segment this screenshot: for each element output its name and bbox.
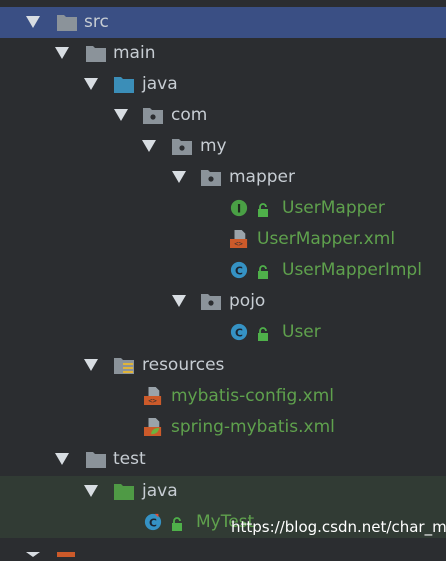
test-source-folder-icon <box>114 484 134 500</box>
expand-arrow-icon[interactable] <box>84 78 98 90</box>
tree-node-com[interactable]: com <box>0 100 446 131</box>
lock-icon <box>258 327 268 341</box>
project-root-row-partial[interactable] <box>0 0 200 14</box>
tree-node-user-mapper[interactable]: I UserMapper <box>0 193 446 224</box>
xml-file-icon: <> <box>144 387 162 405</box>
interface-icon: I <box>230 199 248 217</box>
expand-arrow-icon[interactable] <box>142 140 156 152</box>
expand-arrow-icon[interactable] <box>55 453 69 465</box>
tree-node-mybatis-config[interactable]: <> mybatis-config.xml <box>0 381 446 412</box>
tree-node-label: UserMapperImpl <box>282 260 422 280</box>
tree-node-my[interactable]: my <box>0 131 446 162</box>
tree-node-label: UserMapper <box>282 198 385 218</box>
expand-arrow-icon[interactable] <box>84 359 98 371</box>
package-icon <box>201 294 221 310</box>
tree-node-src[interactable]: src <box>0 7 446 38</box>
tree-node-label: User <box>282 322 321 342</box>
tree-node-label: mapper <box>229 167 296 187</box>
tree-node-label: com <box>171 105 208 125</box>
class-icon: C <box>230 323 248 341</box>
tree-node-label: my <box>200 136 227 156</box>
tree-node-label: main <box>113 43 156 63</box>
tree-node-label: UserMapper.xml <box>257 229 396 249</box>
project-tree: src main java com my mapper I UserMapper… <box>0 0 446 557</box>
tree-node-main[interactable]: main <box>0 38 446 69</box>
svg-text:I: I <box>237 202 241 216</box>
tree-node-label: pojo <box>229 291 266 311</box>
svg-text:C: C <box>235 265 243 278</box>
spring-xml-file-icon <box>144 418 162 436</box>
package-icon <box>172 139 192 155</box>
package-icon <box>201 170 221 186</box>
expand-arrow-icon[interactable] <box>55 47 69 59</box>
tree-node-label: src <box>84 12 109 32</box>
svg-text:C: C <box>235 327 243 340</box>
tree-node-label: java <box>142 481 178 501</box>
tree-node-user-mapper-impl[interactable]: C UserMapperImpl <box>0 255 446 286</box>
expand-arrow-icon[interactable] <box>26 16 40 28</box>
lock-icon <box>258 203 268 217</box>
expand-arrow-icon[interactable] <box>172 171 186 183</box>
tree-node-user-mapper-xml[interactable]: <> UserMapper.xml <box>0 224 446 255</box>
tree-node-test-java[interactable]: java <box>0 476 446 507</box>
tree-node-pojo[interactable]: pojo <box>0 286 446 317</box>
expand-arrow-icon[interactable] <box>172 295 186 307</box>
package-icon <box>143 108 163 124</box>
tree-node-label: spring-mybatis.xml <box>171 417 335 437</box>
tree-node-label: resources <box>142 355 225 375</box>
tree-node-label: mybatis-config.xml <box>171 386 334 406</box>
svg-text:C: C <box>149 517 157 530</box>
tree-node-main-java[interactable]: java <box>0 69 446 100</box>
tree-node-resources[interactable]: resources <box>0 350 446 381</box>
next-node-row-partial[interactable] <box>0 542 120 557</box>
class-icon: C <box>230 261 248 279</box>
expand-arrow-icon[interactable] <box>84 485 98 497</box>
source-folder-icon <box>114 77 134 93</box>
lock-icon <box>172 517 182 531</box>
watermark: https://blog.csdn.net/char_m <box>231 518 446 536</box>
svg-text:<>: <> <box>148 396 157 405</box>
lock-icon <box>258 265 268 279</box>
tree-node-test[interactable]: test <box>0 444 446 475</box>
folder-icon <box>86 46 106 62</box>
folder-icon <box>57 15 77 31</box>
tree-node-label: java <box>142 74 178 94</box>
tree-node-mapper[interactable]: mapper <box>0 162 446 193</box>
test-class-icon: C <box>144 513 162 531</box>
expand-arrow-icon[interactable] <box>114 109 128 121</box>
tree-node-label: test <box>113 449 146 469</box>
xml-file-icon: <> <box>230 230 248 248</box>
resources-folder-icon <box>114 358 134 374</box>
folder-icon <box>86 452 106 468</box>
svg-text:<>: <> <box>234 239 243 248</box>
tree-node-spring-mybatis[interactable]: spring-mybatis.xml <box>0 412 446 443</box>
tree-node-user[interactable]: C User <box>0 317 446 348</box>
